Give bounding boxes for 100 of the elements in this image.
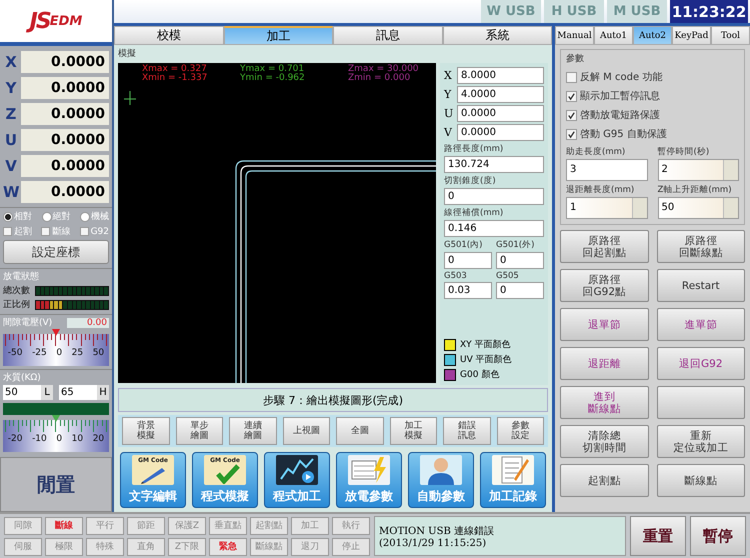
action-button[interactable]: 進單節 <box>656 308 745 341</box>
value-field[interactable]: 130.724 <box>444 156 544 173</box>
spin-field[interactable]: 2 <box>658 159 739 181</box>
idle-button[interactable]: 閒置 <box>0 457 112 512</box>
action-button[interactable]: 原路徑 回斷線點 <box>656 230 745 263</box>
group-title: 參數 <box>566 52 585 65</box>
status-flag: 垂直點 <box>209 516 247 534</box>
field-label: 線徑補償(mm) <box>444 207 504 219</box>
value-field[interactable]: 0 <box>496 252 544 269</box>
field-label: G501(內) <box>444 239 484 251</box>
toolbar-button[interactable]: 錯誤 訊息 <box>443 417 490 445</box>
toolbar-button[interactable]: 加工 模擬 <box>390 417 437 445</box>
option-checkbox[interactable]: 反解 M code 功能 <box>566 70 739 84</box>
checkmark-icon <box>567 92 576 100</box>
option-checkbox[interactable]: 顯示加工暫停訊息 <box>566 89 739 103</box>
value-field[interactable]: 0.03 <box>444 282 492 299</box>
usb-indicator: W USB <box>481 0 541 23</box>
action-button[interactable]: 重新 定位或加工 <box>656 425 745 458</box>
spin-field[interactable]: 1 <box>566 197 648 219</box>
water-quality-title: 水質(KΩ) <box>3 372 42 384</box>
axis-value-display: 0.0000 <box>21 50 109 72</box>
control-button[interactable]: 重置 <box>630 516 686 556</box>
coordinate-field[interactable]: 0.0000 <box>457 105 544 122</box>
value-field[interactable]: 0.146 <box>444 220 544 237</box>
range-readout: Zmax = 30.000 <box>348 65 420 74</box>
field-label: G505 <box>496 271 520 281</box>
set-coordinates-button[interactable]: 設定座標 <box>3 240 109 264</box>
clock: 11:23:22 <box>670 0 748 23</box>
action-button[interactable]: 退單節 <box>560 308 648 341</box>
value-field[interactable]: 0 <box>444 252 492 269</box>
blank-button[interactable] <box>656 386 745 419</box>
discharge-status-title: 放電狀態 <box>3 270 40 283</box>
axis-value-display: 0.0000 <box>21 102 109 124</box>
axis-label: U <box>444 107 454 120</box>
field-label: Z軸上升距離(mm) <box>658 184 733 196</box>
tab[interactable]: Auto1 <box>594 26 633 45</box>
scale-label: 10 <box>72 434 84 444</box>
axis-value-display: 0.0000 <box>21 76 109 98</box>
low-limit-field[interactable]: 50 L <box>3 385 53 400</box>
toolbar-button[interactable]: 連續 繪圖 <box>229 417 276 445</box>
action-button[interactable]: 退回G92 <box>656 347 745 380</box>
power-icon <box>348 455 390 485</box>
legend-label: G00 顏色 <box>460 368 500 381</box>
field-label: 助走長度(mm) <box>566 146 626 158</box>
usb-indicator: M USB <box>607 0 667 23</box>
high-limit-field[interactable]: 65 H <box>59 385 109 400</box>
toolbar-button[interactable]: 背景 模擬 <box>122 417 170 445</box>
toolbar-button[interactable]: 單步 繪圖 <box>176 417 223 445</box>
scale-label: 25 <box>72 348 84 358</box>
checkmark-icon <box>567 130 576 138</box>
action-button[interactable]: 原路徑 回起割點 <box>560 230 648 263</box>
value-field[interactable]: 0 <box>444 188 544 205</box>
range-readout: Xmin = -1.337 <box>142 74 208 83</box>
tab[interactable]: Tool <box>711 26 750 45</box>
option-checkbox[interactable]: 啓動放電短路保護 <box>566 108 739 122</box>
legend-label: XY 平面顏色 <box>460 338 511 351</box>
tab[interactable]: Auto2 <box>633 26 672 45</box>
scale-label: 20 <box>92 434 104 444</box>
axis-value-display: 0.0000 <box>21 128 109 150</box>
field-label: 暫停時間(秒) <box>658 146 710 158</box>
action-button[interactable]: 進到 斷線點 <box>560 386 648 419</box>
toolbar-button[interactable]: 全圖 <box>336 417 384 445</box>
axis-label: V <box>4 156 18 174</box>
axis-label: Z <box>4 104 18 122</box>
tab[interactable]: Manual <box>555 26 594 45</box>
log-icon <box>492 455 534 485</box>
action-button[interactable]: 退距離 <box>560 347 648 380</box>
meter-label: 總次數 <box>3 284 31 297</box>
legend-label: UV 平面顏色 <box>460 354 512 366</box>
status-flag: 退刀 <box>291 538 329 556</box>
action-button[interactable]: 原路徑 回G92點 <box>560 269 648 302</box>
control-button[interactable]: 暫停 <box>690 516 746 556</box>
meter-label: 正比例 <box>3 298 31 311</box>
action-button[interactable]: Restart <box>656 269 745 302</box>
status-flag: 節距 <box>127 516 165 534</box>
action-button[interactable]: 斷線點 <box>656 464 745 497</box>
toolbar-button[interactable]: 參數 設定 <box>496 417 544 445</box>
gap-voltage-title: 間隙電壓(V) <box>3 316 52 329</box>
tab[interactable]: 校模 <box>114 26 224 45</box>
toolbar-button[interactable]: 上視圖 <box>282 417 330 445</box>
spin-field[interactable]: 50 <box>658 197 739 219</box>
axis-value-display: 0.0000 <box>21 180 109 202</box>
tab[interactable]: 訊息 <box>333 26 442 45</box>
value-field[interactable]: 3 <box>566 159 648 181</box>
option-checkbox[interactable]: 啓動 G95 自動保護 <box>566 127 739 141</box>
message-line: (2013/1/29 11:15:25) <box>379 538 488 548</box>
field-label: G501(外) <box>496 239 536 251</box>
simulation-title: 模擬 <box>118 48 137 60</box>
value-field[interactable]: 0 <box>496 282 544 299</box>
status-flag: 伺服 <box>4 538 42 556</box>
action-button[interactable]: 清除總 切割時間 <box>560 425 648 458</box>
tab[interactable]: KeyPad <box>672 26 711 45</box>
coordinate-field[interactable]: 8.0000 <box>457 67 544 84</box>
tab[interactable]: 系統 <box>442 26 552 45</box>
coordinate-field[interactable]: 4.0000 <box>457 86 544 103</box>
axis-label: U <box>4 130 18 148</box>
action-button[interactable]: 起割點 <box>560 464 648 497</box>
status-flag: Z下限 <box>168 538 206 556</box>
coordinate-field[interactable]: 0.0000 <box>457 124 544 141</box>
tab[interactable]: 加工 <box>224 26 333 45</box>
